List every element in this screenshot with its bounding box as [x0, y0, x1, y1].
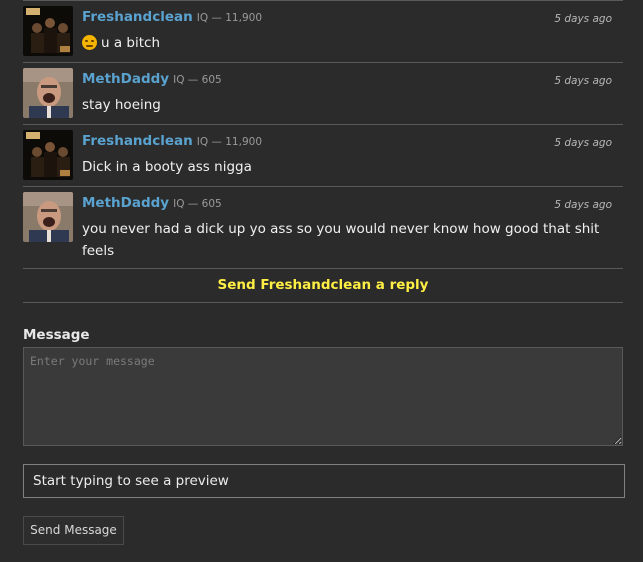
timestamp: 5 days ago: [554, 75, 612, 87]
reply-heading: Send Freshandclean a reply: [23, 268, 623, 303]
send-message-button[interactable]: Send Message: [23, 516, 124, 545]
message-thread: Freshandclean IQ — 11,900 u a bitch 5 da…: [23, 0, 623, 303]
message-item: MethDaddy IQ — 605 stay hoeing 5 days ag…: [23, 62, 623, 124]
username[interactable]: Freshandclean: [82, 9, 193, 25]
username[interactable]: MethDaddy: [82, 195, 169, 211]
message-item: MethDaddy IQ — 605 you never had a dick …: [23, 186, 623, 268]
iq-score: IQ — 11,900: [196, 136, 262, 148]
timestamp: 5 days ago: [554, 199, 612, 211]
username[interactable]: Freshandclean: [82, 133, 193, 149]
message-text: Dick in a booty ass nigga: [82, 159, 252, 175]
avatar[interactable]: [23, 6, 73, 56]
timestamp: 5 days ago: [554, 137, 612, 149]
timestamp: 5 days ago: [554, 13, 612, 25]
iq-score: IQ — 605: [173, 198, 222, 210]
message-text: stay hoeing: [82, 97, 161, 113]
avatar[interactable]: [23, 130, 73, 180]
username[interactable]: MethDaddy: [82, 71, 169, 87]
message-text: you never had a dick up yo ass so you wo…: [82, 221, 600, 259]
message-label: Message: [23, 327, 90, 343]
message-preview: Start typing to see a preview: [23, 464, 625, 498]
unamused-face-icon: [82, 35, 97, 50]
message-item: Freshandclean IQ — 11,900 Dick in a boot…: [23, 124, 623, 186]
message-text: u a bitch: [101, 35, 161, 51]
message-item: Freshandclean IQ — 11,900 u a bitch 5 da…: [23, 0, 623, 62]
iq-score: IQ — 605: [173, 74, 222, 86]
iq-score: IQ — 11,900: [196, 12, 262, 24]
avatar[interactable]: [23, 192, 73, 242]
message-input[interactable]: [23, 347, 623, 446]
avatar[interactable]: [23, 68, 73, 118]
